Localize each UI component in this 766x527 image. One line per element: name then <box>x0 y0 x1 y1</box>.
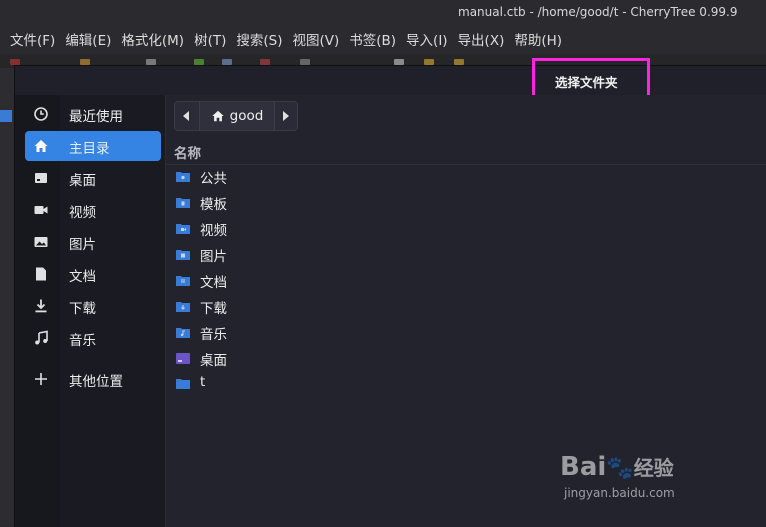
plus-icon <box>35 373 47 385</box>
sidebar-item-label: 下载 <box>69 301 96 317</box>
video-camera-icon <box>34 206 48 214</box>
folder-public-icon <box>176 172 190 182</box>
sidebar-item-label: 其他位置 <box>69 374 123 390</box>
path-bar: good <box>174 101 298 131</box>
menu-import[interactable]: 导入(I) <box>406 28 448 54</box>
window-title: manual.ctb - /home/good/t - CherryTree 0… <box>458 5 738 19</box>
window-titlebar: manual.ctb - /home/good/t - CherryTree 0… <box>0 0 766 28</box>
sidebar-item-label: 桌面 <box>69 173 96 189</box>
file-row-downloads[interactable]: 下载 <box>166 294 766 320</box>
sidebar-item-pictures[interactable]: 图片 <box>25 227 161 257</box>
sidebar-item-label: 视频 <box>69 205 96 221</box>
dialog-header: 选择文件夹 <box>15 58 766 110</box>
sidebar-item-downloads[interactable]: 下载 <box>25 291 161 321</box>
folder-videos-icon <box>176 224 190 234</box>
file-row-documents[interactable]: 文档 <box>166 268 766 294</box>
sidebar-item-label: 文档 <box>69 269 96 285</box>
folder-templates-icon <box>176 198 190 208</box>
file-row-pictures[interactable]: 图片 <box>166 242 766 268</box>
file-row-t[interactable]: t <box>166 371 766 397</box>
tree-pane-edge <box>0 68 14 526</box>
tree-selection-marker <box>0 110 12 122</box>
file-name: 视频 <box>200 223 227 239</box>
sidebar-item-documents[interactable]: 文档 <box>25 259 161 289</box>
sidebar-item-recent[interactable]: 最近使用 <box>25 99 161 129</box>
menu-help[interactable]: 帮助(H) <box>514 28 562 54</box>
sidebar-item-home[interactable]: 主目录 <box>25 131 161 161</box>
image-icon <box>34 237 48 247</box>
file-name: 模板 <box>200 197 227 213</box>
sidebar-item-label: 音乐 <box>69 333 96 349</box>
file-row-videos[interactable]: 视频 <box>166 216 766 242</box>
sidebar-item-label: 最近使用 <box>69 109 123 125</box>
menu-edit[interactable]: 编辑(E) <box>65 28 111 54</box>
menubar: 文件(F) 编辑(E) 格式化(M) 树(T) 搜索(S) 视图(V) 书签(B… <box>0 28 766 54</box>
file-name: t <box>200 374 206 390</box>
folder-music-icon <box>176 328 190 338</box>
column-header-label: 名称 <box>174 146 201 162</box>
file-name: 文档 <box>200 275 227 291</box>
folder-pictures-icon <box>176 250 190 260</box>
watermark-brand: Bai🐾经验 <box>560 452 674 482</box>
file-name: 音乐 <box>200 327 227 343</box>
sidebar-item-videos[interactable]: 视频 <box>25 195 161 225</box>
sidebar-item-desktop[interactable]: 桌面 <box>25 163 161 193</box>
places-sidebar: 最近使用 主目录 桌面 视频 图片 文档 下载 音乐 其他位置 <box>15 95 165 527</box>
menu-tree[interactable]: 树(T) <box>194 28 226 54</box>
desktop-icon <box>35 173 47 183</box>
path-back-button[interactable] <box>175 102 200 130</box>
sidebar-item-label: 图片 <box>69 237 96 253</box>
folder-desktop-icon <box>176 353 190 364</box>
path-segment-home[interactable]: good <box>200 102 275 130</box>
file-name: 桌面 <box>200 353 227 369</box>
file-row-music[interactable]: 音乐 <box>166 320 766 346</box>
chevron-left-icon <box>183 111 189 121</box>
file-name: 公共 <box>200 171 227 187</box>
folder-icon <box>176 379 190 389</box>
path-forward-button[interactable] <box>275 102 297 130</box>
sidebar-item-label: 主目录 <box>69 141 110 157</box>
clock-icon <box>34 107 48 121</box>
baidu-jingyan-watermark: Bai🐾经验 jingyan.baidu.com <box>560 440 720 510</box>
watermark-url: jingyan.baidu.com <box>564 486 675 500</box>
file-name: 下载 <box>200 301 227 317</box>
column-header-name[interactable]: 名称 <box>166 138 766 165</box>
menu-search[interactable]: 搜索(S) <box>236 28 282 54</box>
menu-bookmarks[interactable]: 书签(B) <box>349 28 396 54</box>
path-segment-label: good <box>229 108 264 124</box>
file-row-desktop[interactable]: 桌面 <box>166 346 766 372</box>
sidebar-item-other-locations[interactable]: 其他位置 <box>25 364 161 394</box>
sidebar-item-music[interactable]: 音乐 <box>25 323 161 353</box>
chevron-right-icon <box>283 111 289 121</box>
menu-format[interactable]: 格式化(M) <box>121 28 184 54</box>
file-row-public[interactable]: 公共 <box>166 164 766 190</box>
music-note-icon <box>35 330 48 345</box>
home-icon <box>211 110 224 122</box>
home-icon <box>34 140 48 152</box>
document-icon <box>36 267 46 281</box>
menu-file[interactable]: 文件(F) <box>10 28 55 54</box>
file-row-templates[interactable]: 模板 <box>166 190 766 216</box>
menu-export[interactable]: 导出(X) <box>458 28 505 54</box>
download-icon <box>35 299 47 313</box>
file-name: 图片 <box>200 249 227 265</box>
folder-download-icon <box>176 302 190 312</box>
folder-documents-icon <box>176 276 190 286</box>
menu-view[interactable]: 视图(V) <box>292 28 339 54</box>
